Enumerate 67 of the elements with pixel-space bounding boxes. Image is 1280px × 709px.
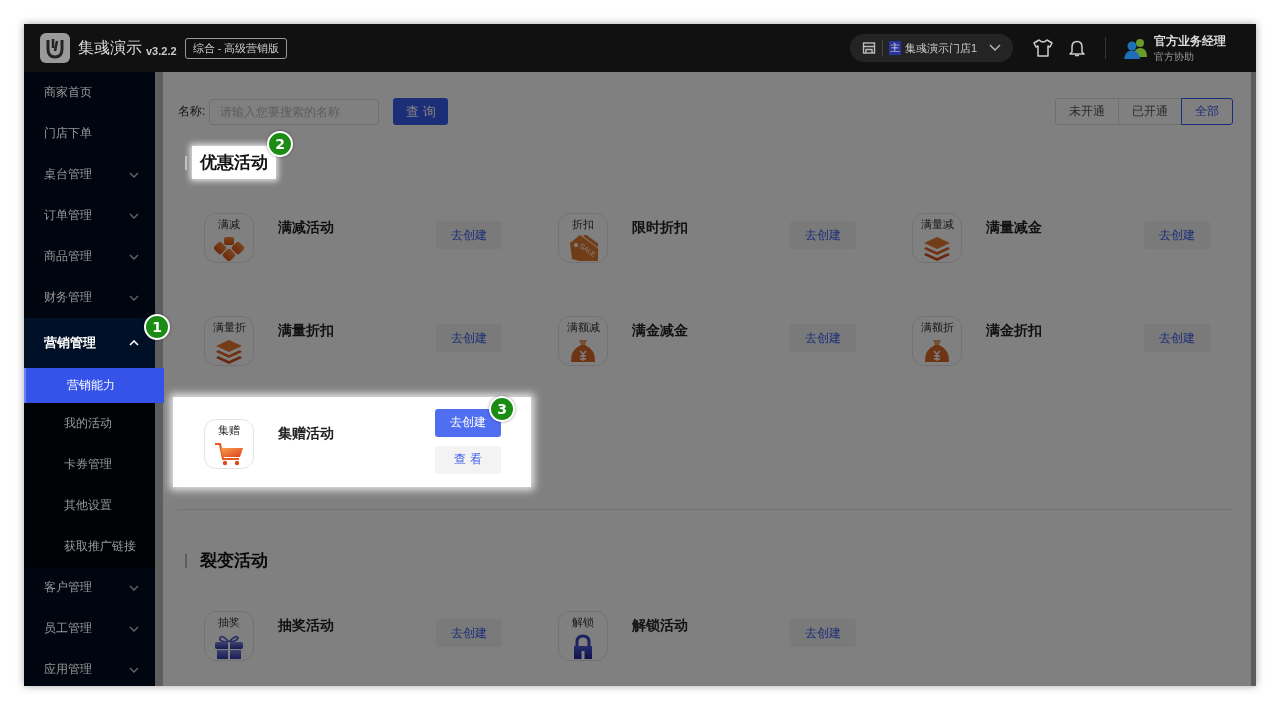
version-label: v3.2.2: [146, 44, 177, 57]
shirt-icon[interactable]: [1033, 38, 1053, 58]
logo-icon: [40, 33, 70, 63]
icon-label: 满量减: [920, 218, 954, 231]
action-button[interactable]: 查 看: [435, 445, 501, 474]
store-name: 集彧演示门店1: [905, 40, 979, 56]
icon-label: 满额折: [920, 321, 954, 334]
section-title: 裂变活动: [199, 550, 269, 572]
icon-label: 抽奖: [218, 616, 240, 629]
user-role: 官方协助: [1154, 49, 1195, 64]
step-number-badge: 3: [489, 395, 515, 422]
activity-name: 解锁活动: [632, 617, 689, 635]
store-selector[interactable]: 主 集彧演示门店1: [850, 34, 1013, 62]
chevron-down-icon: [129, 171, 139, 178]
store-icon: [862, 41, 876, 55]
section-title: 优惠活动: [192, 146, 276, 179]
nav-item[interactable]: 商家首页: [24, 72, 155, 113]
icon-label: 折扣: [572, 218, 594, 231]
nav-item[interactable]: 桌台管理: [24, 154, 155, 195]
chevron-down-icon: [989, 44, 1001, 52]
nav-item[interactable]: 门店下单: [24, 113, 155, 154]
icon-label: 集赠: [218, 424, 240, 437]
chevron-down-icon: [129, 666, 139, 673]
nav-item[interactable]: 订单管理: [24, 195, 155, 236]
nav-item[interactable]: 应用管理: [24, 649, 155, 686]
nav-subitem[interactable]: 获取推广链接: [24, 526, 155, 567]
chevron-down-icon: [129, 212, 139, 219]
notification-bell-icon[interactable]: [1069, 39, 1085, 57]
nav-item[interactable]: 商品管理: [24, 236, 155, 277]
chevron-down-icon: [129, 584, 139, 591]
nav-subitem[interactable]: 我的活动: [24, 403, 155, 444]
user-group-icon: [1124, 37, 1148, 59]
layers-icon: [214, 338, 244, 364]
activity-name: 满量减金: [986, 219, 1043, 237]
activity-name: 限时折扣: [632, 219, 689, 237]
icon-label: 满减: [218, 218, 240, 231]
chevron-down-icon: [129, 294, 139, 301]
diamond-shapes-icon: [214, 235, 244, 261]
chevron-up-icon: [129, 340, 139, 346]
user-name: 官方业务经理: [1154, 32, 1226, 50]
activity-name: 抽奖活动: [278, 617, 335, 635]
chevron-down-icon: [129, 253, 139, 260]
activity-name: 满减活动: [278, 219, 335, 237]
activity-name: 集赠活动: [278, 425, 335, 443]
nav-item[interactable]: 客户管理: [24, 567, 155, 608]
filter-tab[interactable]: 未开通: [1055, 98, 1119, 125]
cart-icon: [214, 441, 244, 467]
nav-subitem[interactable]: 其他设置: [24, 485, 155, 526]
activity-name: 满金折扣: [986, 322, 1043, 340]
chevron-down-icon: [129, 625, 139, 632]
activity-name: 满量折扣: [278, 322, 335, 340]
scrollbar[interactable]: [155, 72, 163, 686]
layers-icon: [922, 235, 952, 261]
icon-label: 满量折: [212, 321, 246, 334]
step-number-badge: 2: [267, 131, 293, 157]
app-name: 集彧演示: [78, 37, 142, 58]
filter-tab[interactable]: 已开通: [1118, 98, 1182, 125]
nav-item[interactable]: 员工管理: [24, 608, 155, 649]
nav-subitem[interactable]: 营销能力: [24, 368, 164, 403]
icon-label: 解锁: [572, 616, 594, 629]
scrollbar[interactable]: [1251, 72, 1256, 686]
edition-badge: 综合 - 高级营销版: [184, 37, 288, 59]
nav-subitem[interactable]: 卡券管理: [24, 444, 155, 485]
activity-name: 满金减金: [632, 322, 689, 340]
store-tag: 主: [889, 41, 901, 55]
field-label: 名称:: [178, 103, 206, 120]
icon-label: 满额减: [566, 321, 600, 334]
